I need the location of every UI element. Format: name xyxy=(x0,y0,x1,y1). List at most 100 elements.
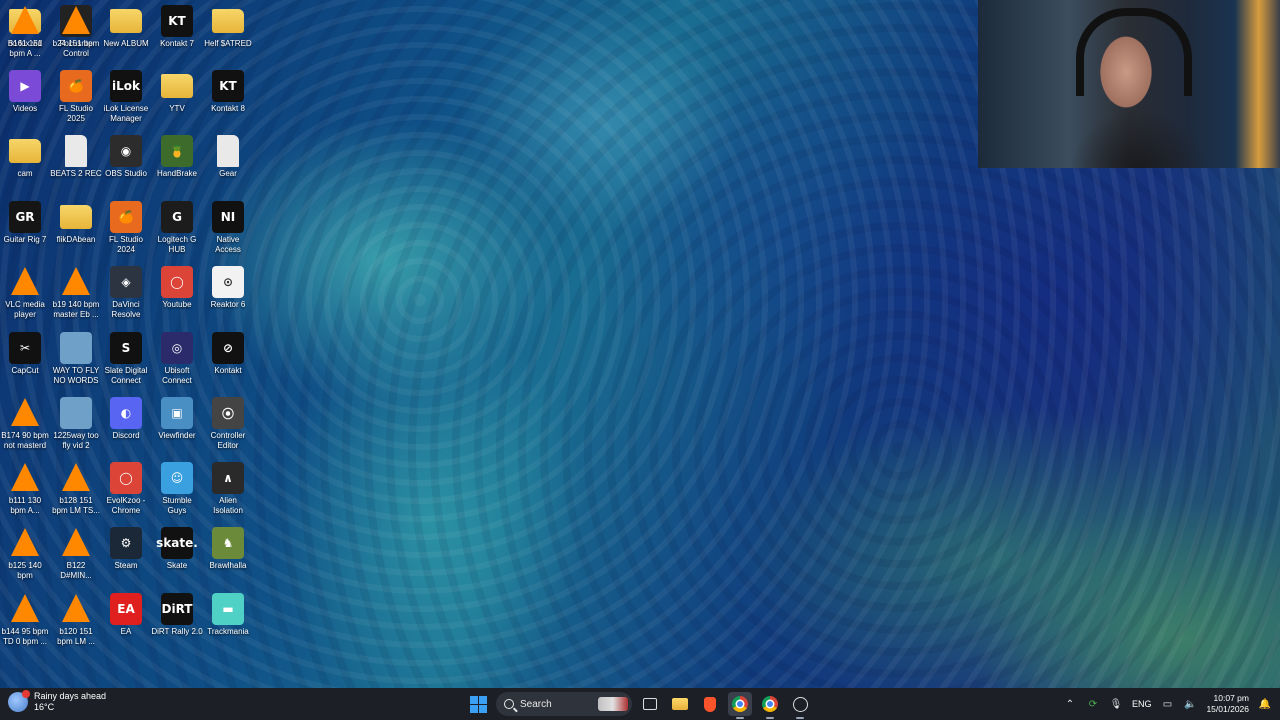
desktop-icon-label: b144 95 bpm TD 0 bpm ... xyxy=(1,627,49,646)
microphone-icon[interactable]: 🎙 xyxy=(1109,697,1123,711)
desktop-icon-label: New ALBUM xyxy=(103,39,149,48)
taskbar-search[interactable]: Search xyxy=(496,692,632,716)
task-view-button[interactable] xyxy=(638,692,662,716)
desktop-icon[interactable]: KT Kontakt 7 xyxy=(152,0,202,62)
volume-icon[interactable]: 🔈 xyxy=(1183,697,1197,711)
desktop-icon[interactable]: 🍊 FL Studio 2025 xyxy=(51,65,101,127)
desktop-icon[interactable]: b125 140 bpm xyxy=(0,522,50,584)
desktop-icon[interactable]: b128 151 bpm LM TS... xyxy=(51,457,101,519)
desktop-icon-label: Kontakt 7 xyxy=(160,39,194,48)
app-icon: EA xyxy=(110,593,142,625)
chrome-button[interactable] xyxy=(758,692,782,719)
windows-logo-icon xyxy=(469,695,487,713)
desktop-icon[interactable]: GR Guitar Rig 7 xyxy=(0,196,50,258)
desktop-icon[interactable]: 🍍 HandBrake xyxy=(152,130,202,192)
app-icon: ☺ xyxy=(161,462,193,494)
network-icon[interactable]: ▭ xyxy=(1160,697,1174,711)
sync-icon[interactable]: ⟳ xyxy=(1086,697,1100,711)
vlc-icon xyxy=(11,594,39,622)
desktop-icon[interactable]: ⦿ Controller Editor xyxy=(203,392,253,454)
desktop-icon[interactable]: b120 151 bpm LM ... xyxy=(51,588,101,650)
chrome-profile-button[interactable] xyxy=(728,692,752,719)
desktop-icon[interactable]: VLC media player xyxy=(0,261,50,323)
desktop-icon[interactable]: KT Kontakt 8 xyxy=(203,65,253,127)
file-explorer-button[interactable] xyxy=(668,692,692,716)
desktop-icon-label: Videos xyxy=(12,104,38,113)
desktop-icon[interactable]: ◈ DaVinci Resolve xyxy=(101,261,151,323)
desktop-icon[interactable]: Gear xyxy=(203,130,253,192)
desktop-icon-label: b111 130 bpm A... xyxy=(8,496,42,515)
weather-widget[interactable]: Rainy days ahead 16°C xyxy=(8,690,106,713)
desktop-icon[interactable]: G Logitech G HUB xyxy=(152,196,202,258)
desktop-icon-label: Ubisoft Connect xyxy=(162,366,192,385)
clock[interactable]: 10:07 pm 15/01/2026 xyxy=(1206,693,1249,715)
desktop-icon[interactable]: b19 140 bpm master Eb ... xyxy=(51,261,101,323)
desktop-icon[interactable]: b111 130 bpm A... xyxy=(0,457,50,519)
github-button[interactable] xyxy=(788,692,812,719)
vlc-icon xyxy=(62,6,90,34)
desktop-icon[interactable]: ◎ Ubisoft Connect xyxy=(152,327,202,389)
desktop-icon[interactable]: S Slate Digital Connect xyxy=(101,327,151,389)
desktop-icon-label: cam xyxy=(17,169,33,178)
app-icon: DiRT xyxy=(161,593,193,625)
start-button[interactable] xyxy=(466,692,490,716)
desktop-icon[interactable]: 🍊 FL Studio 2024 xyxy=(101,196,151,258)
desktop-icon[interactable]: iLok iLok License Manager xyxy=(101,65,151,127)
desktop-icon[interactable]: New ALBUM xyxy=(101,0,151,62)
desktop-icon[interactable]: ⊙ Reaktor 6 xyxy=(203,261,253,323)
webcam-overlay xyxy=(978,0,1280,168)
brave-icon xyxy=(704,696,716,712)
desktop-icon-label: Skate xyxy=(166,561,188,570)
desktop-icon[interactable]: ✂ CapCut xyxy=(0,327,50,389)
desktop-icon[interactable]: flikDAbean xyxy=(51,196,101,258)
desktop-icon-label: Youtube xyxy=(162,300,192,309)
desktop-icon[interactable]: ◯ Youtube xyxy=(152,261,202,323)
app-icon: 🍊 xyxy=(60,70,92,102)
desktop-icon[interactable]: ▬ Trackmania xyxy=(203,588,253,650)
desktop-icon-label: Native Access xyxy=(215,235,241,254)
desktop-icon[interactable]: WAY TO FLY NO WORDS xyxy=(51,327,101,389)
desktop-icon-label: Trackmania xyxy=(207,627,249,636)
desktop-icon[interactable]: ☺ Stumble Guys xyxy=(152,457,202,519)
desktop-icon[interactable]: ◯ EvolKzoo - Chrome xyxy=(101,457,151,519)
desktop-icon[interactable]: Helf $ATRED xyxy=(203,0,253,62)
language-indicator[interactable]: ENG xyxy=(1132,699,1152,709)
desktop-icon[interactable]: NI Native Access xyxy=(203,196,253,258)
desktop-icon-label: b24 151 bpm xyxy=(52,39,100,48)
desktop-icon[interactable]: BEATS 2 REC xyxy=(50,130,102,192)
desktop-icon[interactable]: B122 D#MIN... xyxy=(51,522,101,584)
weather-icon xyxy=(8,690,30,712)
desktop-icon[interactable]: EA EA xyxy=(101,588,151,650)
desktop-icon-label: Stumble Guys xyxy=(162,496,192,515)
app-icon: 🍍 xyxy=(161,135,193,167)
desktop-icon[interactable]: ⚙ Steam xyxy=(101,522,151,584)
image-file-icon xyxy=(60,397,92,429)
desktop-icon[interactable]: B174 90 bpm not masterd xyxy=(0,392,50,454)
notification-bell-icon[interactable]: 🔔 xyxy=(1258,697,1272,711)
desktop-icon[interactable]: ⊘ Kontakt xyxy=(203,327,253,389)
desktop-icon[interactable]: skate. Skate xyxy=(152,522,202,584)
app-icon: ▶ xyxy=(9,70,41,102)
desktop-icon[interactable]: 1225way too fly vid 2 xyxy=(51,392,101,454)
desktop-icon[interactable]: b24 151 bpm xyxy=(51,0,101,62)
desktop-icon[interactable]: b144 95 bpm TD 0 bpm ... xyxy=(0,588,50,650)
desktop-icon[interactable]: ▣ Viewfinder xyxy=(152,392,202,454)
desktop-icon[interactable]: ∧ Alien Isolation xyxy=(203,457,253,519)
desktop-icon[interactable]: cam xyxy=(0,130,50,192)
desktop-icon[interactable]: ◉ OBS Studio xyxy=(101,130,151,192)
desktop-icon-label: Guitar Rig 7 xyxy=(3,235,47,244)
desktop-icon[interactable]: YTV xyxy=(152,65,202,127)
desktop-icon[interactable]: B161 151 bpm A ... xyxy=(0,0,50,62)
app-icon: ✂ xyxy=(9,332,41,364)
desktop-icon-label: EvolKzoo - Chrome xyxy=(106,496,146,515)
app-icon: KT xyxy=(212,70,244,102)
brave-button[interactable] xyxy=(698,692,722,716)
desktop-icon[interactable]: ♞ Brawlhalla xyxy=(203,522,253,584)
desktop-icon[interactable]: ◐ Discord xyxy=(101,392,151,454)
chevron-up-icon[interactable]: ⌃ xyxy=(1063,697,1077,711)
desktop-icon[interactable]: DiRT DiRT Rally 2.0 xyxy=(151,588,203,650)
app-icon: KT xyxy=(161,5,193,37)
desktop-icon-label: FL Studio 2024 xyxy=(109,235,143,254)
desktop-icon[interactable]: ▶ Videos xyxy=(0,65,50,127)
desktop-icon-label: VLC media player xyxy=(5,300,45,319)
